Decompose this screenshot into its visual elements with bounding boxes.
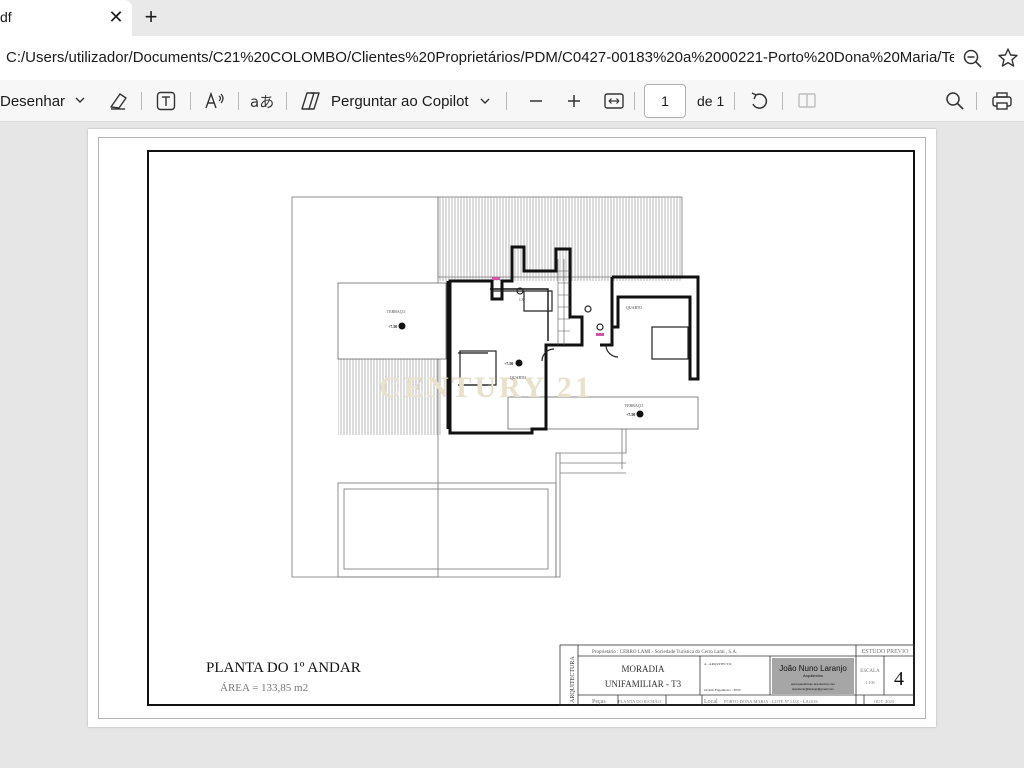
- toolbar-separator: [190, 92, 191, 110]
- location-label: Local: [704, 699, 718, 705]
- room-label: QUARTO: [626, 305, 642, 310]
- plan-title: PLANTA DO 1º ANDAR: [206, 660, 361, 676]
- toolbar-separator: [734, 92, 735, 110]
- pieces-value: PLANTA DO R/CHÃO: [618, 699, 662, 704]
- page-view-icon[interactable]: [796, 80, 818, 122]
- add-text-icon[interactable]: [155, 80, 177, 122]
- pdf-page: CENTURY 21 TERRAÇO I.S. QUARTO QUARTO TE…: [88, 129, 936, 727]
- location-value: PORTO DONA MARIA - LOTE Nº LUZ - LAGOS: [724, 699, 818, 704]
- floor-plan-drawing: CENTURY 21 TERRAÇO I.S. QUARTO QUARTO TE…: [147, 150, 915, 706]
- marker: [596, 333, 604, 336]
- draw-label: Desenhar: [0, 92, 66, 110]
- page-total: de 1: [697, 93, 725, 109]
- draw-button[interactable]: Desenhar: [0, 80, 65, 122]
- read-aloud-icon[interactable]: [204, 80, 226, 122]
- marker: [492, 277, 500, 280]
- stage-label: ESTUDO PREVIO: [862, 649, 910, 655]
- phase-label: A - ARQUITECTO: [704, 662, 732, 666]
- level-mark: +7.50: [626, 412, 635, 417]
- print-icon[interactable]: [990, 80, 1014, 122]
- close-tab-icon[interactable]: ✕: [104, 4, 128, 30]
- toolbar-separator: [634, 92, 635, 110]
- pdf-viewer[interactable]: CENTURY 21 TERRAÇO I.S. QUARTO QUARTO TE…: [0, 122, 1024, 768]
- architect-name: João Nuno Laranjo: [779, 664, 847, 673]
- toolbar-separator: [141, 92, 142, 110]
- level-mark: +7.50: [504, 361, 513, 366]
- architect-web: www.joaolaranjo-arquitectos.com: [791, 682, 836, 686]
- toolbar-separator: [238, 92, 239, 110]
- zoom-out-icon[interactable]: [962, 48, 984, 70]
- search-icon[interactable]: [944, 80, 966, 122]
- chevron-down-icon[interactable]: [74, 80, 86, 122]
- chevron-down-icon: [480, 98, 490, 104]
- browser-tab[interactable]: df ✕: [0, 0, 132, 36]
- architect-role: Arquitectos: [803, 673, 823, 678]
- room-label: QUARTO: [510, 375, 526, 380]
- copilot-label: Perguntar ao Copilot: [331, 92, 469, 110]
- svg-text:aあ: aあ: [250, 93, 274, 111]
- scale-label: ESCALA: [860, 669, 880, 674]
- deck-slats-top: [438, 197, 682, 281]
- room-label: I.S.: [519, 297, 525, 302]
- toolbar-separator: [976, 92, 977, 110]
- rotate-icon[interactable]: [748, 80, 770, 122]
- zoom-in-plus-icon[interactable]: [566, 80, 582, 122]
- new-tab-button[interactable]: +: [138, 3, 164, 31]
- address-bar: C:/Users/utilizador/Documents/C21%20COLO…: [0, 36, 1024, 80]
- plan-area: ÁREA = 133,85 m2: [220, 682, 308, 694]
- page-number-input[interactable]: 1: [644, 84, 686, 118]
- fit-width-icon[interactable]: [603, 80, 625, 122]
- url-field[interactable]: C:/Users/utilizador/Documents/C21%20COLO…: [6, 49, 954, 66]
- toolbar-separator: [782, 92, 783, 110]
- copilot-button[interactable]: Perguntar ao Copilot: [300, 80, 491, 122]
- toolbar-separator: [286, 92, 287, 110]
- architect-email: arquitecto@laranjo@gmail.com: [792, 687, 834, 691]
- order-label: Ordem Engenheiro : 3650: [704, 688, 741, 692]
- project-title: MORADIA: [621, 664, 665, 674]
- room-label: TERRAÇO: [387, 309, 406, 314]
- owner-label: Proprietário : CERRO LAMI - Sociedade Tu…: [592, 650, 737, 655]
- eraser-icon[interactable]: [107, 80, 129, 122]
- room-label: TERRAÇO: [625, 403, 644, 408]
- level-mark: +7.50: [388, 324, 397, 329]
- favorite-star-icon[interactable]: [996, 46, 1020, 70]
- pieces-label: Peças: [592, 699, 606, 705]
- project-subtitle: UNIFAMILIAR - T3: [605, 679, 682, 689]
- translate-icon[interactable]: aあ: [250, 80, 274, 122]
- copilot-icon: [301, 92, 320, 110]
- zoom-out-minus-icon[interactable]: [528, 80, 544, 122]
- toolbar-separator: [506, 92, 507, 110]
- terrace-left: [337, 282, 447, 360]
- pdf-toolbar: Desenhar aあ Perguntar ao Copilot 1 de 1: [0, 80, 1024, 122]
- scale-value: 1:100: [865, 680, 874, 685]
- watermark: CENTURY 21: [379, 371, 593, 404]
- tab-title: df: [0, 9, 12, 25]
- sheet-number: 4: [894, 668, 904, 690]
- discipline-label: ARQUITECTURA: [570, 656, 576, 703]
- date-label: OUT. 2025: [874, 699, 895, 704]
- tab-bar: df ✕ +: [0, 0, 1024, 36]
